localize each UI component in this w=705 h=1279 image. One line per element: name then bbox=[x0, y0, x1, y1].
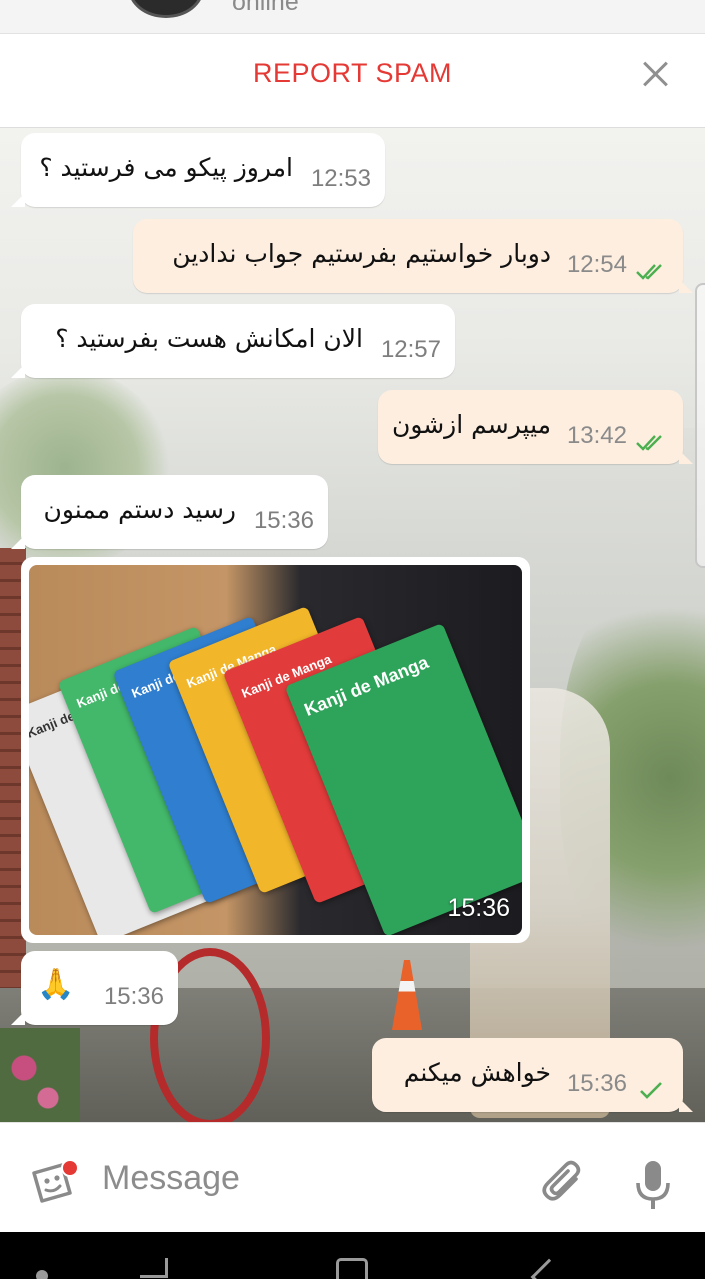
attach-paperclip-icon[interactable] bbox=[540, 1159, 588, 1207]
scroll-handle[interactable] bbox=[695, 283, 705, 568]
wallpaper-flowers bbox=[0, 1028, 80, 1122]
app-bar: online bbox=[0, 0, 705, 34]
close-icon[interactable] bbox=[641, 60, 669, 88]
message-text: خواهش میکنم bbox=[403, 1058, 551, 1087]
message-bubble-incoming[interactable]: الان امکانش هست بفرستید ؟ 12:57 bbox=[11, 304, 455, 378]
emoji-text: 🙏 bbox=[37, 967, 75, 1002]
message-text: میپرسم ازشون bbox=[391, 410, 551, 439]
message-time: 15:36 bbox=[447, 894, 510, 922]
message-text: امروز پیکو می فرستید ؟ bbox=[39, 153, 293, 182]
contact-status: online bbox=[232, 0, 299, 16]
photo-books[interactable]: Kanji de Manga Kanji de Manga Kanji de M… bbox=[29, 565, 522, 935]
message-time: 15:36 bbox=[253, 507, 314, 534]
home-icon[interactable] bbox=[336, 1258, 368, 1279]
microphone-icon[interactable] bbox=[632, 1159, 674, 1211]
message-time: 12:53 bbox=[310, 165, 371, 192]
report-spam-button[interactable]: REPORT SPAM bbox=[0, 58, 705, 89]
message-text: الان امکانش هست بفرستید ؟ bbox=[55, 324, 363, 353]
system-navigation-bar bbox=[0, 1232, 705, 1279]
check-icon bbox=[635, 1080, 669, 1100]
back-icon[interactable] bbox=[530, 1258, 568, 1279]
nav-dot-icon[interactable] bbox=[36, 1270, 48, 1279]
message-time: 12:57 bbox=[380, 336, 441, 363]
report-spam-bar: REPORT SPAM bbox=[0, 34, 705, 128]
recents-icon[interactable] bbox=[140, 1258, 168, 1278]
message-bubble-incoming[interactable]: رسید دستم ممنون 15:36 bbox=[11, 475, 328, 549]
message-bubble-incoming[interactable]: امروز پیکو می فرستید ؟ 12:53 bbox=[11, 133, 385, 207]
photo-message[interactable]: Kanji de Manga Kanji de Manga Kanji de M… bbox=[21, 557, 530, 943]
message-time: 15:36 bbox=[103, 983, 164, 1010]
message-text: دوبار خواستیم بفرستیم جواب ندادین bbox=[172, 239, 551, 268]
double-check-icon bbox=[635, 261, 669, 281]
message-bubble-incoming[interactable]: 🙏 15:36 bbox=[11, 951, 178, 1025]
notification-dot bbox=[61, 1159, 79, 1177]
message-text: رسید دستم ممنون bbox=[43, 495, 236, 524]
contact-avatar[interactable] bbox=[128, 0, 204, 18]
message-bubble-outgoing[interactable]: خواهش میکنم 15:36 bbox=[372, 1038, 693, 1112]
message-composer bbox=[0, 1122, 705, 1232]
message-time: 12:54 bbox=[566, 251, 627, 278]
message-bubble-outgoing[interactable]: دوبار خواستیم بفرستیم جواب ندادین 12:54 bbox=[133, 219, 693, 293]
message-input[interactable] bbox=[102, 1153, 502, 1203]
message-time: 13:42 bbox=[566, 422, 627, 449]
message-bubble-outgoing[interactable]: میپرسم ازشون 13:42 bbox=[378, 390, 693, 464]
message-time: 15:36 bbox=[566, 1070, 627, 1097]
double-check-icon bbox=[635, 432, 669, 452]
